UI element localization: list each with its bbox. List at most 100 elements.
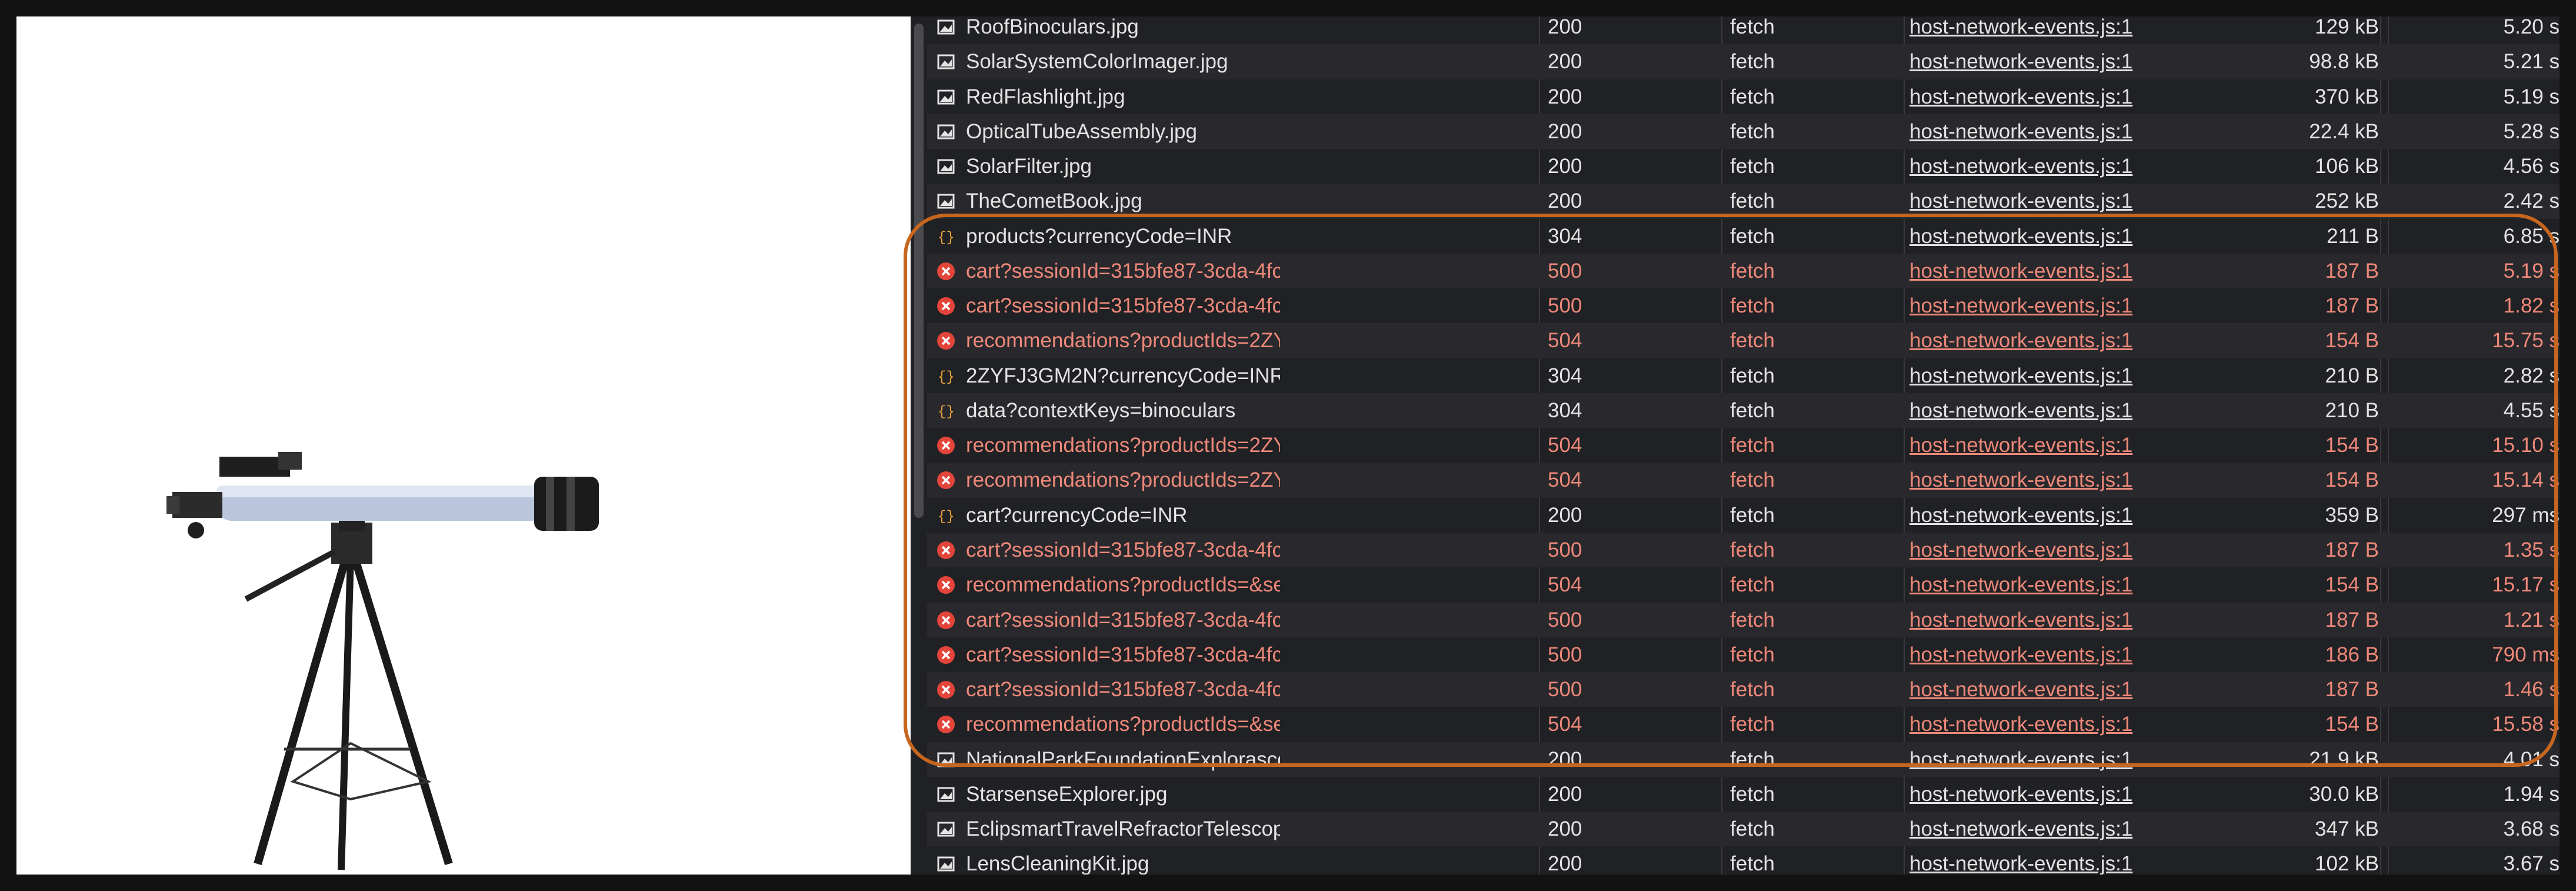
table-row[interactable]: LensCleaningKit.jpg 200 fetch host-network-… [927, 846, 2560, 875]
request-status: 200 [1548, 85, 1582, 108]
request-status: 500 [1548, 294, 1582, 318]
request-type: fetch [1730, 608, 1775, 631]
request-name: recommendations?productIds=2ZYFJ3GM2N&se… [966, 468, 1280, 492]
network-request-table: RoofBinoculars.jpg 200 fetch host-network-e… [927, 16, 2560, 875]
json-icon: {} [937, 367, 955, 385]
table-row[interactable]: RoofBinoculars.jpg 200 fetch host-network-e… [927, 16, 2560, 44]
table-row[interactable]: cart?sessionId=315bfe87-3cda-4fcb-8540-6… [927, 533, 2560, 568]
request-status: 304 [1548, 224, 1582, 248]
request-type: fetch [1730, 329, 1775, 353]
request-type: fetch [1730, 364, 1775, 387]
request-type: fetch [1730, 16, 1775, 38]
request-status: 504 [1548, 713, 1582, 736]
table-row[interactable]: StarsenseExplorer.jpg 200 fetch host-networ… [927, 777, 2560, 812]
request-status: 200 [1548, 747, 1582, 771]
request-status: 200 [1548, 119, 1582, 143]
request-type: fetch [1730, 434, 1775, 457]
request-status: 200 [1548, 852, 1582, 875]
table-row[interactable]: cart?sessionId=315bfe87-3cda-4fcb-8540-6… [927, 253, 2560, 289]
table-row[interactable]: NationalParkFoundationExplorascope.jpg 20… [927, 742, 2560, 777]
table-row[interactable]: {} data?contextKeys=binoculars 304 fetch hos… [927, 393, 2560, 428]
request-size: 359 B [2325, 503, 2379, 527]
request-name: SolarSystemColorImager.jpg [966, 50, 1228, 74]
request-status: 200 [1548, 50, 1582, 74]
request-size: 347 kB [2315, 817, 2379, 841]
request-name: products?currencyCode=INR [966, 224, 1232, 248]
request-size: 22.4 kB [2309, 119, 2379, 143]
left-pane-scrollbar[interactable] [914, 24, 924, 518]
table-row[interactable]: RedFlashlight.jpg 200 fetch host-network-ev… [927, 79, 2560, 114]
request-status: 304 [1548, 398, 1582, 422]
svg-text:{}: {} [938, 230, 955, 246]
table-row[interactable]: recommendations?productIds=2ZYFJ3GM2N&se… [927, 463, 2560, 498]
image-icon [937, 820, 955, 839]
request-size: 21.9 kB [2309, 747, 2379, 771]
request-status: 504 [1548, 434, 1582, 457]
request-size: 154 B [2325, 434, 2379, 457]
json-icon: {} [937, 401, 955, 420]
request-time: 5.19 s [2503, 85, 2560, 108]
request-size: 30.0 kB [2309, 782, 2379, 806]
request-name: SolarFilter.jpg [966, 155, 1092, 178]
product-image-preview [16, 16, 911, 875]
request-type: fetch [1730, 678, 1775, 702]
request-time: 4.55 s [2503, 398, 2560, 422]
request-size: 106 kB [2315, 155, 2379, 178]
table-row[interactable]: SolarSystemColorImager.jpg 200 fetch host-n… [927, 44, 2560, 79]
request-type: fetch [1730, 85, 1775, 108]
request-time: 4.56 s [2503, 155, 2560, 178]
request-time: 3.68 s [2503, 817, 2560, 841]
table-row[interactable]: {} 2ZYFJ3GM2N?currencyCode=INR 304 fetch hos… [927, 358, 2560, 393]
table-row[interactable]: {} cart?currencyCode=INR 200 fetch host-netw… [927, 498, 2560, 533]
error-icon [937, 680, 955, 699]
request-name: TheCometBook.jpg [966, 189, 1142, 213]
request-type: fetch [1730, 643, 1775, 666]
request-type: fetch [1730, 224, 1775, 248]
table-row[interactable]: cart?sessionId=315bfe87-3cda-4fcb-8540-6… [927, 602, 2560, 637]
request-name: cart?sessionId=315bfe87-3cda-4fcb-8540-6… [966, 608, 1280, 631]
request-status: 500 [1548, 678, 1582, 702]
request-time: 15.58 s [2492, 713, 2560, 736]
request-name: recommendations?productIds=&sessionId=31… [966, 573, 1280, 597]
error-icon [937, 611, 955, 630]
table-row[interactable]: TheCometBook.jpg 200 fetch host-network-eve… [927, 184, 2560, 219]
json-icon: {} [937, 227, 955, 246]
request-type: fetch [1730, 538, 1775, 562]
request-name: cart?sessionId=315bfe87-3cda-4fcb-8540-6… [966, 643, 1280, 666]
error-icon [937, 436, 955, 455]
table-row[interactable]: {} products?currencyCode=INR 304 fetch host-… [927, 219, 2560, 254]
request-status: 200 [1548, 16, 1582, 38]
screenshot-frame: RoofBinoculars.jpg 200 fetch host-network-e… [0, 0, 2576, 891]
table-row[interactable]: cart?sessionId=315bfe87-3cda-4fcb-8540-6… [927, 288, 2560, 323]
request-size: 154 B [2325, 713, 2379, 736]
request-type: fetch [1730, 294, 1775, 318]
request-type: fetch [1730, 573, 1775, 597]
request-size: 211 B [2327, 224, 2379, 248]
request-name: cart?sessionId=315bfe87-3cda-4fcb-8540-6… [966, 294, 1280, 318]
table-row[interactable]: cart?sessionId=315bfe87-3cda-4fcb-8540-6… [927, 637, 2560, 672]
table-row[interactable]: recommendations?productIds=&sessionId=31… [927, 707, 2560, 742]
request-size: 370 kB [2315, 85, 2379, 108]
table-row[interactable]: SolarFilter.jpg 200 fetch host-network-even… [927, 149, 2560, 184]
table-row[interactable]: cart?sessionId=315bfe87-3cda-4fcb-8540-6… [927, 672, 2560, 707]
request-time: 1.35 s [2503, 538, 2560, 562]
request-time: 1.21 s [2503, 608, 2560, 631]
error-icon [937, 331, 955, 350]
image-icon [937, 52, 955, 71]
request-time: 2.82 s [2503, 364, 2560, 387]
request-name: cart?currencyCode=INR [966, 503, 1188, 527]
request-time: 1.46 s [2503, 678, 2560, 702]
table-row[interactable]: recommendations?productIds=2ZYFJ3GM2N&se… [927, 428, 2560, 463]
request-time: 6.85 s [2503, 224, 2560, 248]
table-row[interactable]: EclipsmartTravelRefractorTelescope.jpg 20… [927, 812, 2560, 847]
table-row[interactable]: recommendations?productIds=2ZYFJ3GM2N&se… [927, 323, 2560, 358]
table-row[interactable]: OpticalTubeAssembly.jpg 200 fetch host-netw… [927, 114, 2560, 149]
request-name: EclipsmartTravelRefractorTelescope.jpg [966, 817, 1280, 841]
svg-text:{}: {} [938, 370, 955, 385]
request-time: 15.10 s [2492, 434, 2560, 457]
table-row[interactable]: recommendations?productIds=&sessionId=31… [927, 567, 2560, 602]
request-status: 500 [1548, 538, 1582, 562]
request-name: RedFlashlight.jpg [966, 85, 1125, 108]
error-icon [937, 297, 955, 315]
request-type: fetch [1730, 398, 1775, 422]
